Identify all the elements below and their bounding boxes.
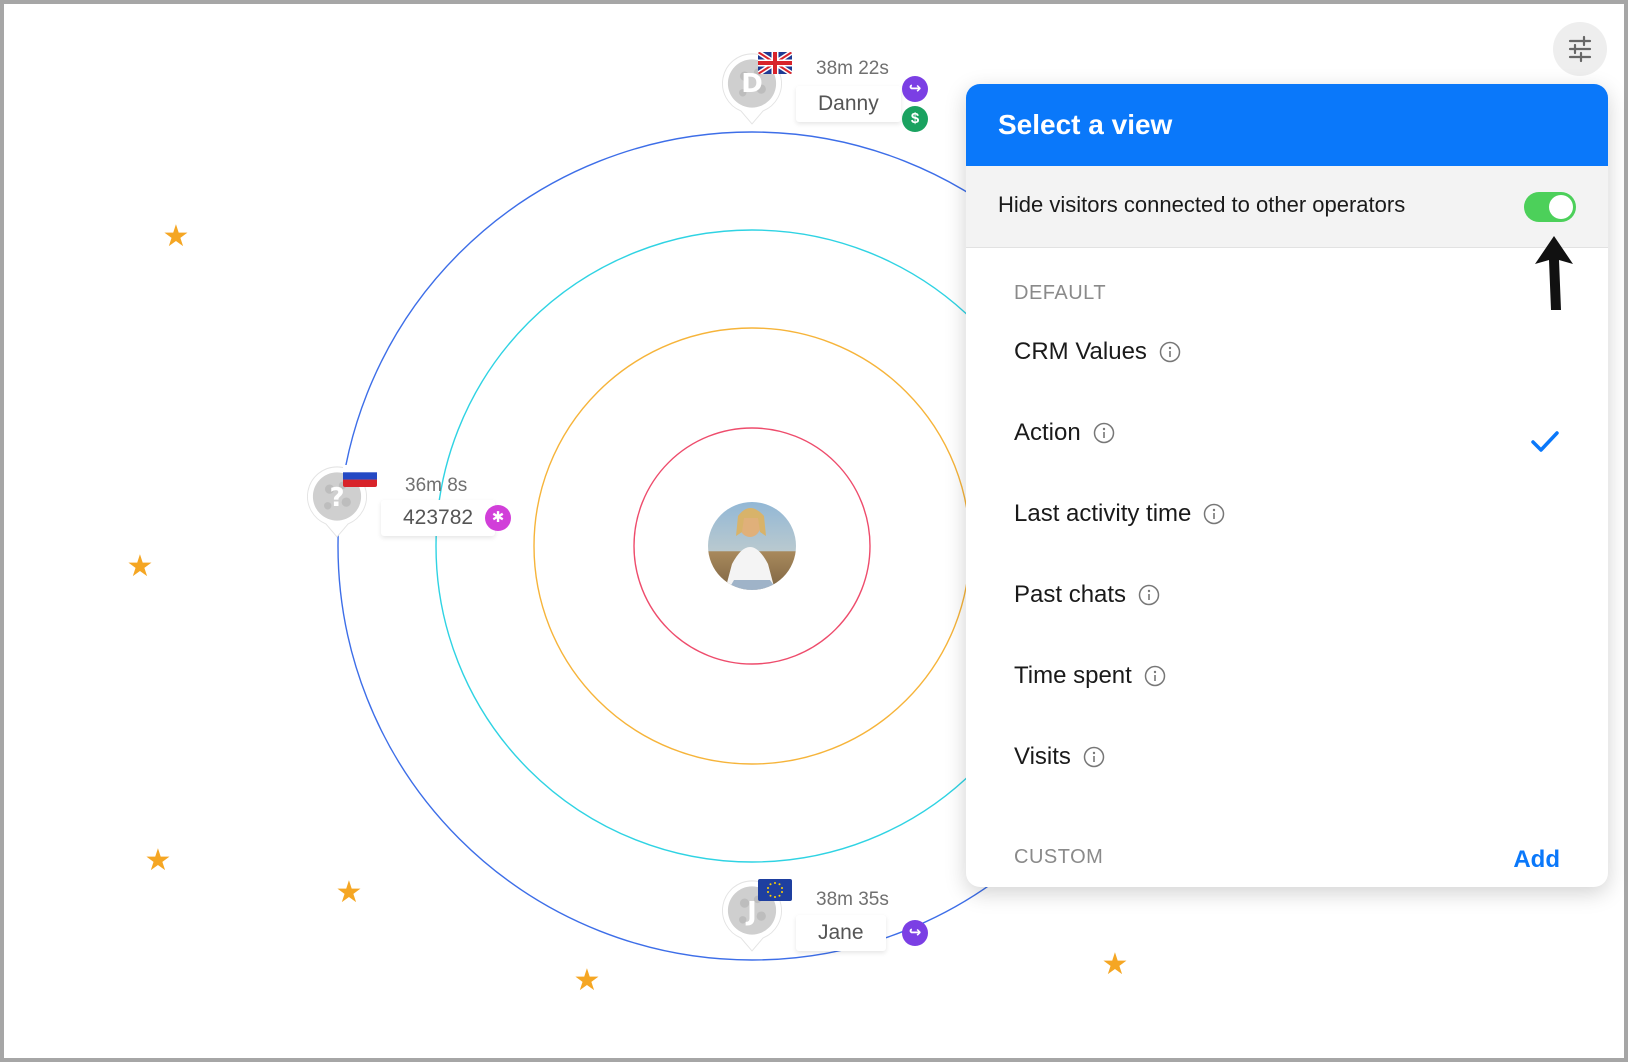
- select-view-panel: Select a view Hide visitors connected to…: [966, 84, 1608, 887]
- info-icon[interactable]: [1159, 341, 1181, 363]
- hide-visitors-toggle[interactable]: [1524, 192, 1576, 222]
- view-settings-button[interactable]: [1553, 22, 1607, 76]
- info-icon[interactable]: [1203, 503, 1225, 525]
- visitor-time: 36m 8s: [405, 475, 468, 496]
- visitor-jane[interactable]: J 38m 35s Jane ↪: [718, 879, 938, 969]
- view-item-label: Visits: [1014, 743, 1071, 770]
- panel-title: Select a view: [966, 84, 1608, 166]
- operator-photo: [708, 502, 796, 590]
- info-icon[interactable]: [1083, 746, 1105, 768]
- star-icon: ★: [573, 964, 601, 997]
- view-item-crm-values[interactable]: CRM Values: [1014, 327, 1574, 377]
- view-item-label: Time spent: [1014, 662, 1132, 689]
- visitor-name[interactable]: 423782: [381, 500, 496, 536]
- star-icon: ★: [162, 220, 190, 253]
- view-item-visits[interactable]: Visits: [1014, 732, 1574, 782]
- sliders-icon: [1568, 35, 1592, 63]
- transfer-icon: ↪: [902, 76, 928, 102]
- visitor-danny[interactable]: D 38m 22s Danny ↪ $: [718, 52, 938, 142]
- hide-visitors-row: Hide visitors connected to other operato…: [966, 166, 1608, 248]
- view-item-label: Last activity time: [1014, 500, 1192, 527]
- add-custom-view-link[interactable]: Add: [1513, 846, 1560, 874]
- selected-check-icon: [1531, 431, 1559, 452]
- toggle-knob: [1549, 195, 1573, 219]
- view-item-action[interactable]: Action: [1014, 408, 1574, 458]
- star-icon: ★: [126, 550, 154, 583]
- visitor-initial: ?: [329, 483, 344, 513]
- visitor-time: 38m 35s: [816, 889, 889, 910]
- view-item-label: Action: [1014, 419, 1081, 446]
- app-frame: ★ ★ ★ ★ ★ ★ D 38m 22s Danny ↪ $ ? 36m 8s…: [0, 0, 1628, 1062]
- visitor-initial: J: [745, 897, 757, 927]
- hide-visitors-label: Hide visitors connected to other operato…: [998, 192, 1406, 217]
- default-section-header: DEFAULT: [1014, 282, 1107, 304]
- view-item-label: CRM Values: [1014, 338, 1147, 365]
- view-item-label: Past chats: [1014, 581, 1127, 608]
- visitor-name[interactable]: Jane: [796, 915, 886, 951]
- visitor-time: 38m 22s: [816, 58, 889, 79]
- transfer-icon: ↪: [902, 920, 928, 946]
- eu-flag-icon: [758, 879, 792, 901]
- info-icon[interactable]: [1144, 665, 1166, 687]
- star-icon: ★: [335, 876, 363, 909]
- star-icon: ★: [144, 844, 172, 877]
- view-item-past-chats[interactable]: Past chats: [1014, 570, 1574, 620]
- star-icon: ★: [1101, 948, 1129, 981]
- visitor-423782[interactable]: ? 36m 8s 423782 ✱: [303, 465, 523, 555]
- view-item-last-activity-time[interactable]: Last activity time: [1014, 489, 1574, 539]
- gb-flag-icon: [758, 52, 792, 74]
- info-icon[interactable]: [1138, 584, 1160, 606]
- info-icon[interactable]: [1093, 422, 1115, 444]
- annotation-arrow-icon: [1535, 236, 1573, 310]
- ru-flag-icon: [343, 465, 377, 487]
- asterisk-icon: ✱: [485, 505, 511, 531]
- custom-section-header: CUSTOM: [1014, 846, 1104, 868]
- view-item-time-spent[interactable]: Time spent: [1014, 651, 1574, 701]
- visitor-name[interactable]: Danny: [796, 86, 901, 122]
- dollar-icon: $: [902, 106, 928, 132]
